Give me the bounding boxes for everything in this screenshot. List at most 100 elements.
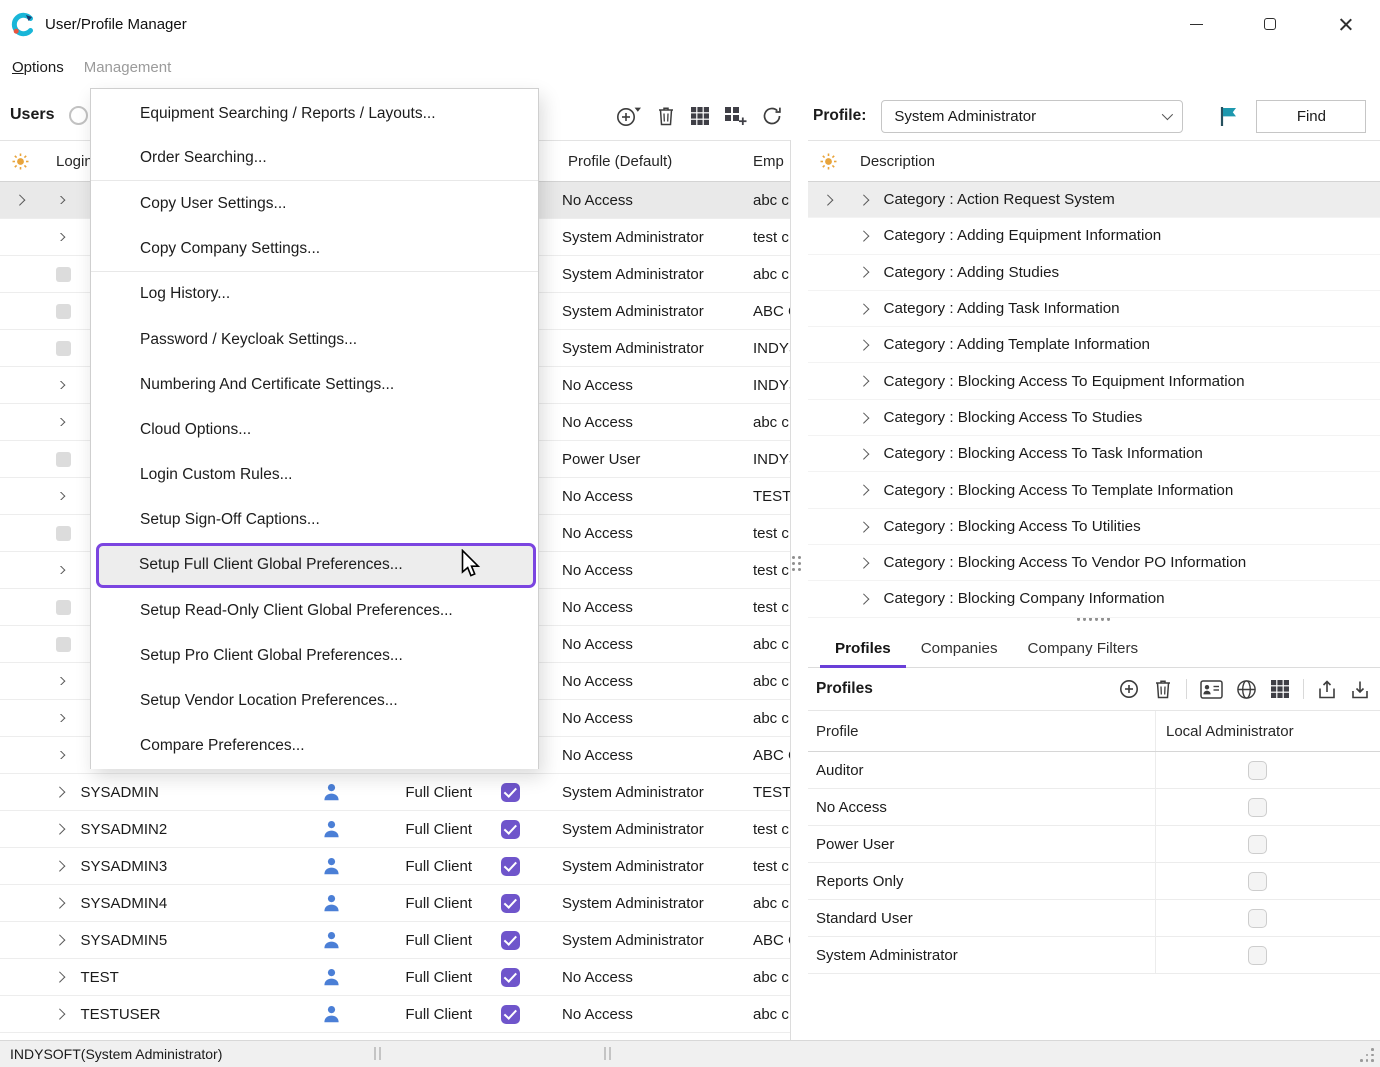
local-admin-checkbox[interactable] [1248,909,1267,928]
list-item[interactable]: Category : Action Request System [808,182,1380,218]
table-row[interactable]: SYSADMIN2 Full Client System Administrat… [0,811,791,848]
menu-management[interactable]: Management [74,48,182,88]
active-checkbox[interactable] [501,820,520,839]
expand-chevron-icon[interactable] [858,485,869,496]
minimize-button[interactable] [1173,0,1219,48]
local-admin-column-header[interactable]: Local Administrator [1155,711,1380,751]
table-row[interactable]: No Access [808,789,1380,826]
expand-box-icon[interactable] [56,341,71,356]
expand-chevron-icon[interactable] [54,677,65,685]
expand-chevron-icon[interactable] [54,972,65,983]
expand-chevron-icon[interactable] [858,376,869,387]
expand-chevron-icon[interactable] [858,303,869,314]
local-admin-checkbox[interactable] [1248,798,1267,817]
list-item[interactable]: Category : Blocking Access To Template I… [808,472,1380,508]
list-item[interactable]: Category : Adding Template Information [808,327,1380,363]
layout-add-button[interactable] [724,106,747,126]
menu-item[interactable]: Setup Sign-Off Captions... [91,498,538,543]
profile-column-header[interactable]: Profile [808,723,1155,740]
expand-chevron-icon[interactable] [858,340,869,351]
local-admin-checkbox[interactable] [1248,761,1267,780]
emp-column-header[interactable]: Emp [740,153,791,170]
expand-chevron-icon[interactable] [54,492,65,500]
table-row[interactable]: Power User [808,826,1380,863]
list-item[interactable]: Category : Blocking Access To Equipment … [808,363,1380,399]
menu-item[interactable]: Log History... [91,272,538,317]
local-admin-checkbox[interactable] [1248,872,1267,891]
menu-item[interactable]: Order Searching... [91,136,538,181]
description-column-header[interactable]: Description [848,153,1380,170]
add-profile-button[interactable] [1118,678,1140,700]
expand-chevron-icon[interactable] [54,714,65,722]
menu-item[interactable]: Setup Vendor Location Preferences... [91,678,538,723]
menu-item[interactable]: Compare Preferences... [91,724,538,769]
expand-chevron-icon[interactable] [858,231,869,242]
active-checkbox[interactable] [501,857,520,876]
table-row[interactable]: System Administrator [808,937,1380,974]
menu-options[interactable]: Options [2,48,74,88]
find-button[interactable]: Find [1256,100,1366,133]
profile-column-header[interactable]: Profile (Default) [540,153,740,170]
add-user-button[interactable] [615,104,642,128]
expand-chevron-icon[interactable] [54,898,65,909]
table-row[interactable]: TESTUSER Full Client No Access abc c [0,996,791,1033]
table-row[interactable]: SYSADMIN Full Client System Administrato… [0,774,791,811]
expand-box-icon[interactable] [56,304,71,319]
expand-chevron-icon[interactable] [858,412,869,423]
user-card-button[interactable] [1200,680,1223,699]
expand-chevron-icon[interactable] [858,594,869,605]
expand-chevron-icon[interactable] [54,824,65,835]
table-row[interactable]: SYSADMIN3 Full Client System Administrat… [0,848,791,885]
list-item[interactable]: Category : Adding Task Information [808,291,1380,327]
refresh-button[interactable] [761,105,783,127]
list-item[interactable]: Category : Adding Studies [808,255,1380,291]
grid-button[interactable] [1270,679,1290,699]
profile-select[interactable]: System Administrator [881,100,1183,133]
menu-item[interactable]: Password / Keycloak Settings... [91,317,538,362]
tab-companies[interactable]: Companies [906,640,1013,667]
list-item[interactable]: Category : Adding Equipment Information [808,218,1380,254]
tab-profiles[interactable]: Profiles [820,640,906,667]
table-row[interactable]: SYSADMIN4 Full Client System Administrat… [0,885,791,922]
expand-box-icon[interactable] [56,267,71,282]
active-checkbox[interactable] [501,968,520,987]
active-checkbox[interactable] [501,931,520,950]
expand-chevron-icon[interactable] [858,448,869,459]
expand-chevron-icon[interactable] [54,381,65,389]
expand-chevron-icon[interactable] [54,787,65,798]
list-item[interactable]: Category : Blocking Access To Vendor PO … [808,545,1380,581]
list-item[interactable]: Category : Blocking Access To Studies [808,400,1380,436]
import-button[interactable] [1350,679,1370,700]
menu-item[interactable]: Setup Pro Client Global Preferences... [91,633,538,678]
menu-item[interactable]: Numbering And Certificate Settings... [91,362,538,407]
active-checkbox[interactable] [501,894,520,913]
table-row[interactable]: Standard User [808,900,1380,937]
vertical-splitter-handle[interactable] [792,556,801,575]
expand-chevron-icon[interactable] [54,233,65,241]
horizontal-splitter-handle[interactable] [1077,617,1110,621]
menu-item[interactable]: Copy Company Settings... [91,227,538,272]
table-row[interactable]: SYSADMIN5 Full Client System Administrat… [0,922,791,959]
menu-item[interactable]: Equipment Searching / Reports / Layouts.… [91,91,538,136]
expand-box-icon[interactable] [56,452,71,467]
expand-chevron-icon[interactable] [54,751,65,759]
local-admin-checkbox[interactable] [1248,835,1267,854]
flag-button[interactable] [1217,105,1242,128]
expand-chevron-icon[interactable] [54,1009,65,1020]
expand-chevron-icon[interactable] [858,194,869,205]
expand-chevron-icon[interactable] [858,267,869,278]
globe-button[interactable] [1236,679,1257,700]
table-row[interactable]: TEST Full Client No Access abc c [0,959,791,996]
resize-grip[interactable] [1360,1048,1374,1062]
export-button[interactable] [1317,679,1337,700]
menu-item[interactable]: Cloud Options... [91,407,538,452]
expand-chevron-icon[interactable] [54,418,65,426]
close-button[interactable] [1322,0,1368,48]
table-row[interactable]: Auditor [808,752,1380,789]
expand-box-icon[interactable] [56,600,71,615]
tab-company-filters[interactable]: Company Filters [1013,640,1154,667]
expand-box-icon[interactable] [56,637,71,652]
delete-user-button[interactable] [656,105,676,127]
delete-profile-button[interactable] [1153,678,1173,700]
table-row[interactable]: Reports Only [808,863,1380,900]
